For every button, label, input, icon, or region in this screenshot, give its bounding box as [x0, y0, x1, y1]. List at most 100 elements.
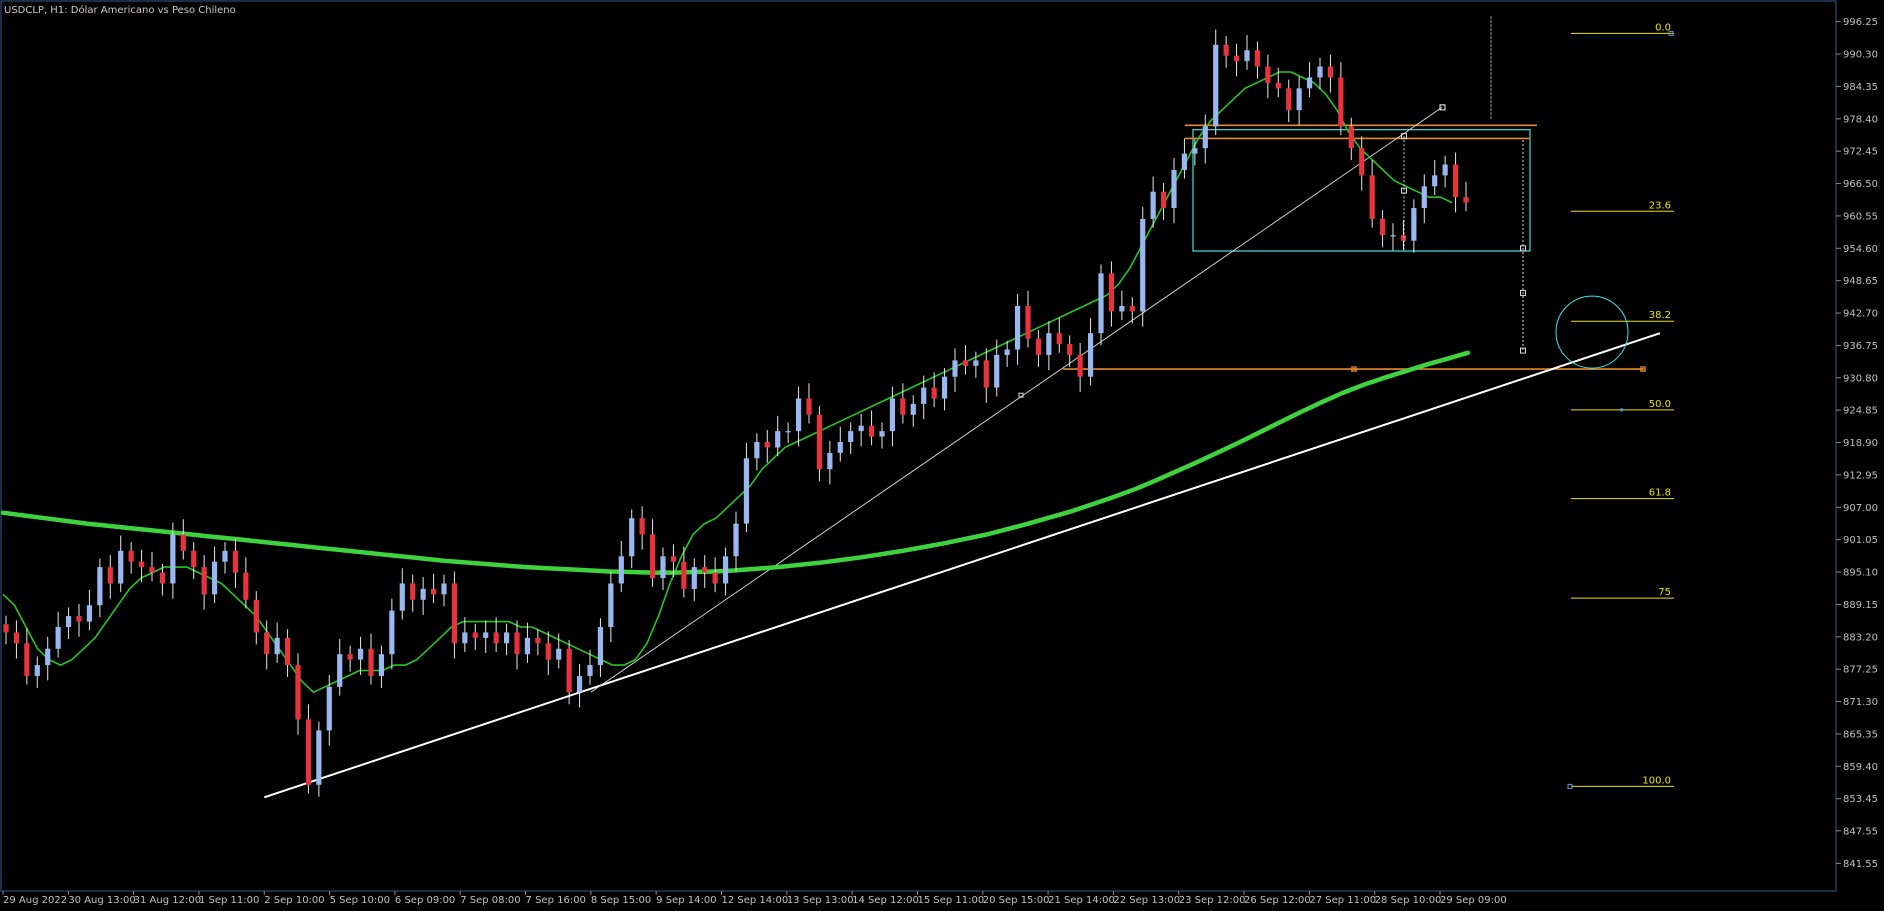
candle-body-bull	[910, 403, 916, 415]
candle-body-bear	[1369, 175, 1375, 219]
candle-body-bull	[483, 632, 489, 638]
candle-body-bull	[86, 605, 93, 622]
candle-body-bull	[389, 610, 395, 655]
y-tick-label: 841.55	[1843, 859, 1878, 870]
fib-mid-marker[interactable]	[1620, 408, 1623, 412]
candle-body-bull	[524, 637, 531, 655]
x-tick-label: 23 Sep 12:00	[1179, 895, 1246, 906]
y-tick-label: 990.30	[1843, 50, 1878, 61]
y-tick-label: 907.00	[1843, 503, 1878, 514]
candle-body-bear	[149, 567, 155, 573]
support-handle[interactable]	[1351, 366, 1357, 373]
candle-body-bear	[962, 360, 969, 366]
y-tick-label: 930.80	[1843, 373, 1878, 384]
candle-body-bull	[1171, 169, 1177, 209]
candle-body-bear	[1327, 66, 1334, 78]
candle-body-bear	[264, 632, 270, 655]
y-tick-label: 924.85	[1843, 406, 1878, 417]
candle-body-bear	[253, 599, 259, 633]
y-tick-label: 978.40	[1843, 114, 1878, 125]
candle-body-bear	[1108, 273, 1115, 312]
candle-body-bull	[576, 675, 583, 693]
x-tick-label: 7 Sep 16:00	[526, 895, 586, 906]
candle-body-bull	[660, 556, 666, 579]
x-tick-label: 29 Aug 2022	[3, 895, 67, 906]
candle-body-bear	[806, 398, 812, 415]
candle-body-bull	[1150, 191, 1156, 219]
candle-body-bull	[378, 654, 385, 676]
candle-body-bull	[795, 398, 802, 432]
candle-body-bull	[1192, 148, 1198, 154]
y-tick-label: 883.20	[1843, 632, 1878, 643]
support-handle[interactable]	[1640, 366, 1646, 373]
x-tick-label: 31 Aug 12:00	[134, 895, 201, 906]
candle-body-bull	[1140, 218, 1146, 312]
chart-background	[0, 0, 1884, 911]
candle-body-bull	[1014, 305, 1021, 350]
candle-body-bull	[441, 583, 447, 595]
candle-body-bear	[983, 360, 989, 388]
candle-body-bull	[316, 730, 322, 785]
y-tick-label: 853.45	[1843, 794, 1878, 805]
candle-body-bear	[347, 654, 353, 660]
candle-body-bear	[514, 632, 520, 655]
candle-body-bear	[107, 567, 113, 584]
candle-body-bull	[1004, 349, 1010, 355]
y-tick-label: 865.35	[1843, 729, 1878, 740]
candle-body-bear	[232, 550, 239, 573]
candle-body-bear	[712, 572, 718, 584]
candle-body-bull	[848, 431, 854, 442]
x-tick-label: 14 Sep 12:00	[852, 895, 919, 906]
y-tick-label: 912.95	[1843, 470, 1878, 481]
x-tick-label: 15 Sep 11:00	[917, 895, 984, 906]
candle-body-bull	[1421, 186, 1427, 209]
candle-body-bull	[889, 398, 896, 432]
candle-body-bear	[1359, 148, 1365, 176]
y-tick-label: 954.60	[1843, 244, 1878, 255]
candle-body-bull	[608, 583, 614, 627]
candle-body-bear	[13, 632, 20, 644]
y-tick-label: 847.55	[1843, 826, 1878, 837]
candle-body-bull	[1317, 66, 1323, 78]
candle-body-bear	[1025, 305, 1031, 339]
candle-body-bull	[775, 431, 781, 448]
candle-body-bear	[472, 632, 478, 638]
candle-body-bear	[368, 648, 374, 676]
x-tick-label: 26 Sep 12:00	[1244, 895, 1311, 906]
candle-body-bear	[1223, 44, 1229, 56]
y-tick-label: 901.05	[1843, 535, 1878, 546]
candle-body-bear	[868, 425, 875, 437]
candle-body-bear	[681, 561, 687, 589]
candle-body-bear	[764, 442, 770, 448]
candle-body-bull	[827, 452, 833, 470]
candle-body-bull	[97, 567, 103, 606]
candle-body-bear	[1233, 55, 1240, 62]
x-tick-label: 6 Sep 09:00	[395, 895, 455, 906]
y-tick-label: 918.90	[1843, 438, 1878, 449]
candle-body-bull	[337, 654, 343, 687]
candle-body-bear	[1265, 66, 1271, 83]
candle-body-bull	[618, 556, 624, 584]
candle-body-bear	[931, 387, 937, 399]
chart-title: USDCLP, H1: Dólar Americano vs Peso Chil…	[4, 4, 236, 16]
x-tick-label: 2 Sep 10:00	[264, 895, 324, 906]
y-tick-label: 942.70	[1843, 309, 1878, 320]
candle-body-bull	[420, 588, 426, 600]
candle-body-bear	[243, 572, 249, 600]
candle-body-bear	[430, 588, 437, 595]
price-chart[interactable]: USDCLP, H1: Dólar Americano vs Peso Chil…	[0, 0, 1884, 911]
candle-body-bull	[556, 648, 562, 660]
candle-body-bear	[76, 616, 82, 622]
y-tick-label: 877.25	[1843, 665, 1878, 676]
fib-level-label: 38.2	[1649, 310, 1671, 321]
candle-body-bear	[410, 583, 416, 600]
chart-window[interactable]: USDCLP, H1: Dólar Americano vs Peso Chil…	[0, 0, 1884, 911]
y-tick-label: 960.55	[1843, 211, 1878, 222]
candle-body-bull	[733, 523, 739, 557]
candle-body-bull	[326, 686, 332, 731]
candle-body-bull	[879, 431, 885, 437]
candle-body-bear	[816, 414, 823, 470]
fib-level-label: 100.0	[1642, 775, 1671, 786]
candle-body-bear	[1254, 50, 1261, 67]
y-tick-label: 859.40	[1843, 762, 1878, 773]
